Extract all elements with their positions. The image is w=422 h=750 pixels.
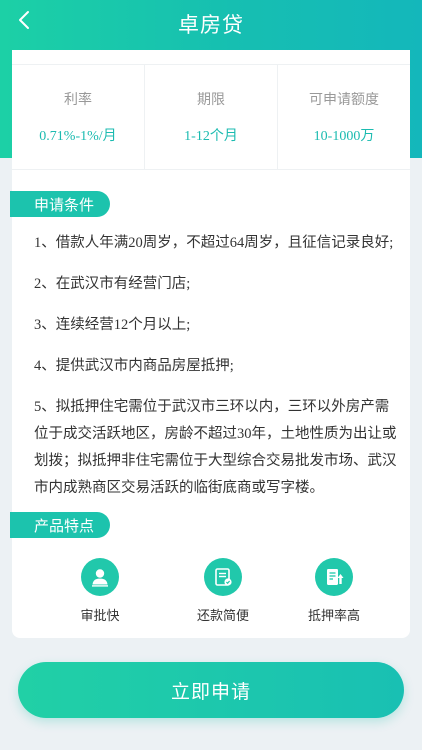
feature-fast-approval: 审批快	[55, 558, 145, 624]
stat-label: 期限	[197, 92, 225, 108]
approval-person-icon	[92, 569, 108, 587]
condition-item: 1、借款人年满20周岁，不超过64周岁，且征信记录良好;	[34, 235, 394, 251]
conditions-list: 1、借款人年满20周岁，不超过64周岁，且征信记录良好; 2、在武汉市有经营门店…	[34, 230, 400, 516]
page-title: 卓房贷	[178, 13, 244, 37]
condition-item: 4、提供武汉市内商品房屋抵押;	[34, 358, 234, 374]
feature-label: 抵押率高	[307, 609, 360, 624]
apply-now-button[interactable]: 立即申请	[18, 662, 404, 718]
features-heading: 产品特点	[10, 512, 111, 538]
condition-item: 2、在武汉市有经营门店;	[34, 276, 191, 292]
nav-bar: 卓房贷	[0, 0, 422, 50]
condition-item: 5、拟抵押住宅需位于武汉市三环以内，三环以外房产需位于成交活跃地区，房龄不超过3…	[34, 399, 397, 496]
stat-label: 利率	[64, 92, 92, 108]
stat-label: 可申请额度	[309, 92, 379, 108]
stat-value: 0.71%-1%/月	[39, 129, 117, 144]
conditions-heading: 申请条件	[10, 191, 111, 217]
feature-label: 还款简便	[196, 609, 249, 624]
loan-stats: 利率 0.71%-1%/月 期限 1-12个月 可申请额度 10-1000万	[12, 64, 410, 170]
stat-value: 1-12个月	[184, 129, 238, 144]
stat-term: 期限 1-12个月	[145, 65, 278, 169]
chevron-left-icon	[19, 11, 29, 29]
stat-loan-amount: 可申请额度 10-1000万	[278, 65, 410, 169]
feature-easy-repayment: 还款简便	[178, 558, 268, 624]
mortgage-rate-icon	[327, 569, 344, 585]
stat-value: 10-1000万	[313, 129, 375, 144]
product-card: 利率 0.71%-1%/月 期限 1-12个月 可申请额度 10-1000万 申…	[10, 50, 410, 638]
back-button[interactable]	[10, 6, 38, 34]
repayment-document-icon	[215, 568, 232, 586]
feature-high-mortgage-rate: 抵押率高	[289, 558, 379, 624]
feature-label: 审批快	[80, 609, 120, 624]
condition-item: 3、连续经营12个月以上;	[34, 317, 191, 333]
stat-interest-rate: 利率 0.71%-1%/月	[12, 65, 145, 169]
